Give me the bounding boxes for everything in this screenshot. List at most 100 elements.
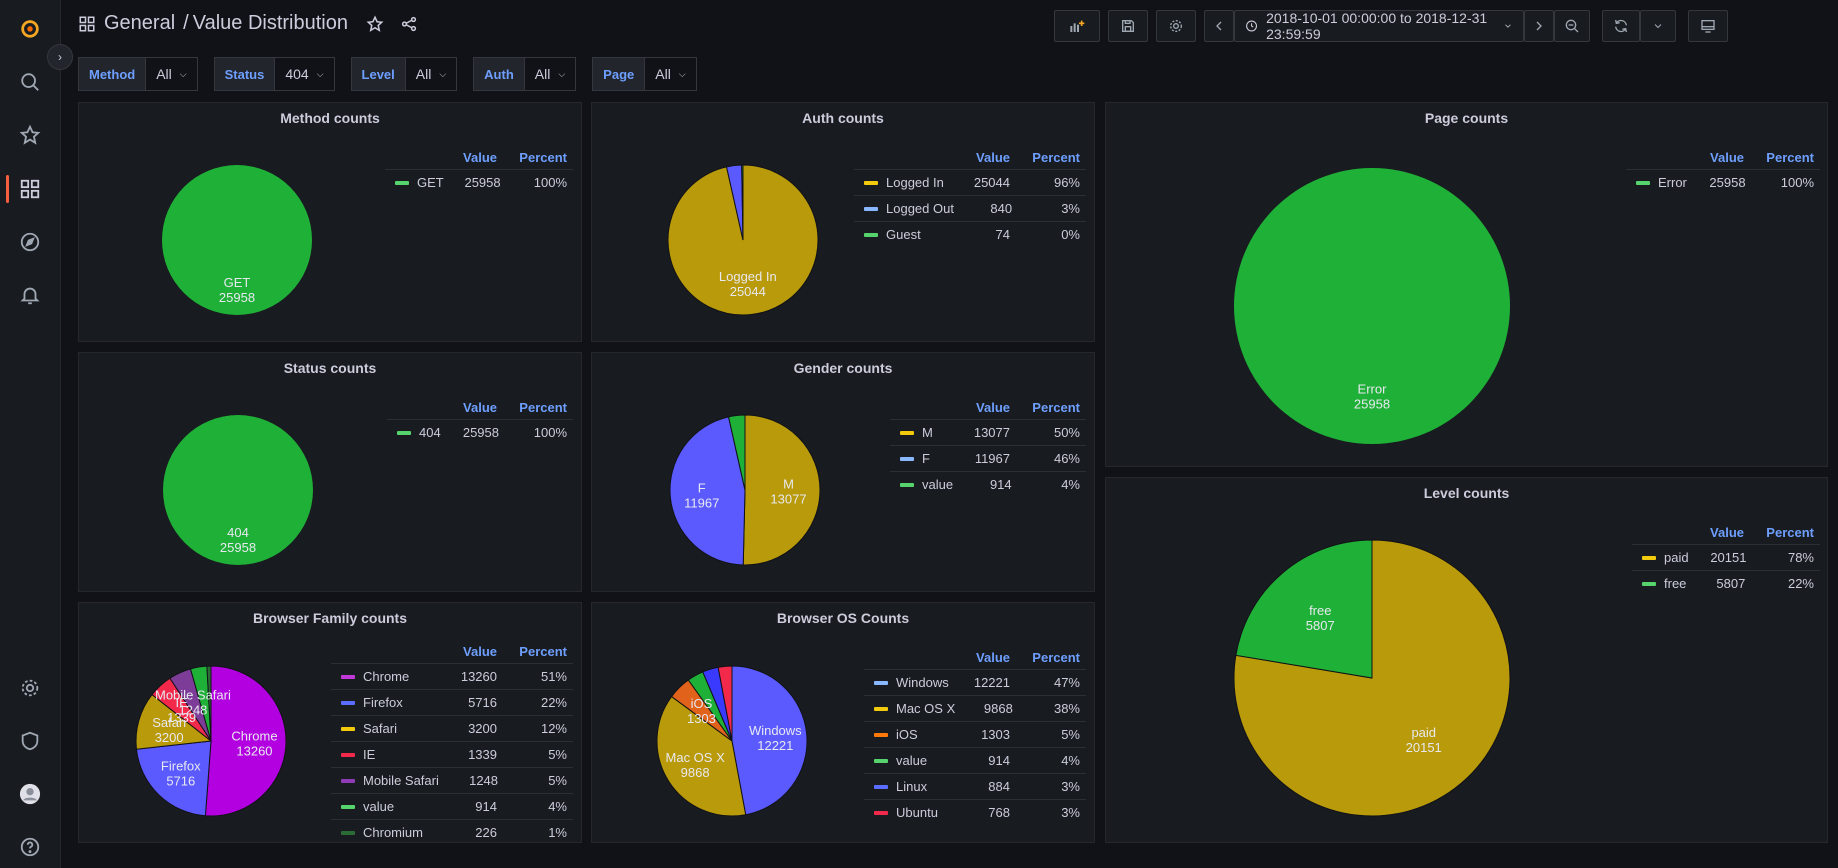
dashboard-settings-button[interactable] — [1156, 10, 1196, 42]
legend-header-percent[interactable]: Percent — [1010, 150, 1086, 165]
legend-row-logged-in[interactable]: Logged In 25044 96% — [854, 169, 1086, 195]
legend-header-percent[interactable]: Percent — [1744, 150, 1820, 165]
panel-gender-counts[interactable]: Gender counts M 13077 F 11967 Value Percent M… — [591, 352, 1095, 592]
legend-color-swatch[interactable] — [341, 804, 355, 809]
panel-browser-family-counts[interactable]: Browser Family counts Chrome 13260 Firefox… — [78, 602, 582, 843]
configuration-gear-icon[interactable] — [16, 674, 44, 702]
legend-color-swatch[interactable] — [341, 700, 355, 705]
legend-color-swatch[interactable] — [341, 778, 355, 783]
legend-row-m[interactable]: M 13077 50% — [890, 419, 1086, 445]
pie-slice-free[interactable] — [1235, 539, 1373, 679]
variable-status-select[interactable]: 404 ⌵ — [275, 57, 335, 91]
legend-row-linux[interactable]: Linux 884 3% — [864, 773, 1086, 799]
legend-color-swatch[interactable] — [874, 732, 888, 737]
help-icon[interactable] — [16, 833, 44, 861]
legend-color-swatch[interactable] — [341, 726, 355, 731]
breadcrumb-folder[interactable]: General — [104, 12, 175, 35]
legend-row-guest[interactable]: Guest 74 0% — [854, 221, 1086, 247]
legend-color-swatch[interactable] — [395, 180, 409, 185]
legend-color-swatch[interactable] — [864, 206, 878, 211]
legend-row-free[interactable]: free 5807 22% — [1632, 570, 1820, 596]
legend-row-mac-os-x[interactable]: Mac OS X 9868 38% — [864, 695, 1086, 721]
legend-header-percent[interactable]: Percent — [1010, 400, 1086, 415]
panel-auth-counts[interactable]: Auth counts Logged In 25044 Value Percent L… — [591, 102, 1095, 342]
legend-row-value[interactable]: value 914 4% — [890, 471, 1086, 497]
legend-color-swatch[interactable] — [874, 810, 888, 815]
legend-row-get[interactable]: GET 25958 100% — [385, 169, 573, 195]
legend-color-swatch[interactable] — [874, 784, 888, 789]
legend-row-ie[interactable]: IE 1339 5% — [331, 741, 573, 767]
legend-row-ubuntu[interactable]: Ubuntu 768 3% — [864, 799, 1086, 825]
add-panel-button[interactable] — [1054, 10, 1100, 42]
alerting-bell-icon[interactable] — [16, 281, 44, 309]
legend-row-404[interactable]: 404 25958 100% — [387, 419, 573, 445]
variable-method-select[interactable]: All ⌵ — [146, 57, 198, 91]
legend-color-swatch[interactable] — [874, 758, 888, 763]
legend-color-swatch[interactable] — [864, 232, 878, 237]
time-range-picker[interactable]: 2018-10-01 00:00:00 to 2018-12-31 23:59:… — [1234, 10, 1524, 42]
legend-header-percent[interactable]: Percent — [1744, 525, 1820, 540]
legend-header-value[interactable]: Value — [950, 400, 1010, 415]
legend-color-swatch[interactable] — [900, 456, 914, 461]
panel-level-counts[interactable]: Level counts paid 20151 free 5807 Value Perc… — [1105, 477, 1828, 843]
dashboard-title[interactable]: Value Distribution — [193, 12, 348, 35]
legend-header-value[interactable]: Value — [950, 650, 1010, 665]
legend-row-value[interactable]: value 914 4% — [331, 793, 573, 819]
legend-color-swatch[interactable] — [1642, 555, 1656, 560]
legend-row-value[interactable]: value 914 4% — [864, 747, 1086, 773]
legend-header-percent[interactable]: Percent — [497, 400, 573, 415]
user-avatar[interactable] — [16, 780, 44, 808]
legend-header-value[interactable]: Value — [950, 150, 1010, 165]
save-dashboard-button[interactable] — [1108, 10, 1148, 42]
legend-color-swatch[interactable] — [397, 430, 411, 435]
legend-color-swatch[interactable] — [1636, 180, 1650, 185]
zoom-out-button[interactable] — [1554, 10, 1590, 42]
legend-row-chromium[interactable]: Chromium 226 1% — [331, 819, 573, 842]
pie-slice-m[interactable] — [742, 414, 821, 566]
legend-color-swatch[interactable] — [341, 830, 355, 835]
legend-row-mobile-safari[interactable]: Mobile Safari 1248 5% — [331, 767, 573, 793]
legend-color-swatch[interactable] — [874, 706, 888, 711]
panel-browser-os-counts[interactable]: Browser OS Counts Windows 12221 Mac OS X 98… — [591, 602, 1095, 843]
variable-auth-select[interactable]: All ⌵ — [524, 57, 577, 91]
legend-color-swatch[interactable] — [341, 674, 355, 679]
legend-row-chrome[interactable]: Chrome 13260 51% — [331, 663, 573, 689]
time-shift-forward-button[interactable] — [1524, 10, 1554, 42]
legend-color-swatch[interactable] — [874, 680, 888, 685]
refresh-interval-dropdown[interactable] — [1640, 10, 1676, 42]
grafana-logo-icon[interactable] — [16, 14, 44, 42]
panel-status-counts[interactable]: Status counts 404 25958 Value Percent 404 25… — [78, 352, 582, 592]
shield-icon[interactable] — [16, 727, 44, 755]
panel-method-counts[interactable]: Method counts GET 25958 Value Percent GET 25… — [78, 102, 582, 342]
legend-color-swatch[interactable] — [900, 482, 914, 487]
panel-page-counts[interactable]: Page counts Error 25958 Value Percent Error… — [1105, 102, 1828, 467]
legend-row-f[interactable]: F 11967 46% — [890, 445, 1086, 471]
share-icon[interactable] — [400, 15, 418, 33]
legend-header-percent[interactable]: Percent — [497, 644, 573, 659]
legend-header-value[interactable]: Value — [437, 400, 497, 415]
legend-color-swatch[interactable] — [864, 180, 878, 185]
legend-header-value[interactable]: Value — [437, 644, 497, 659]
variable-page-select[interactable]: All ⌵ — [645, 57, 697, 91]
legend-header-value[interactable]: Value — [1684, 150, 1744, 165]
variable-level-select[interactable]: All ⌵ — [405, 57, 458, 91]
legend-row-error[interactable]: Error 25958 100% — [1626, 169, 1820, 195]
legend-header-percent[interactable]: Percent — [497, 150, 573, 165]
legend-color-swatch[interactable] — [341, 752, 355, 757]
legend-row-logged-out[interactable]: Logged Out 840 3% — [854, 195, 1086, 221]
search-icon[interactable] — [16, 68, 44, 96]
legend-header-percent[interactable]: Percent — [1010, 650, 1086, 665]
legend-color-swatch[interactable] — [900, 430, 914, 435]
dashboards-icon[interactable] — [16, 175, 44, 203]
legend-header-value[interactable]: Value — [437, 150, 497, 165]
star-icon[interactable] — [16, 121, 44, 149]
legend-header-value[interactable]: Value — [1684, 525, 1744, 540]
legend-row-paid[interactable]: paid 20151 78% — [1632, 544, 1820, 570]
legend-row-safari[interactable]: Safari 3200 12% — [331, 715, 573, 741]
favorite-star-icon[interactable] — [366, 14, 384, 33]
refresh-button[interactable] — [1602, 10, 1640, 42]
explore-compass-icon[interactable] — [16, 228, 44, 256]
view-mode-button[interactable] — [1688, 10, 1728, 42]
legend-row-windows[interactable]: Windows 12221 47% — [864, 669, 1086, 695]
legend-row-firefox[interactable]: Firefox 5716 22% — [331, 689, 573, 715]
